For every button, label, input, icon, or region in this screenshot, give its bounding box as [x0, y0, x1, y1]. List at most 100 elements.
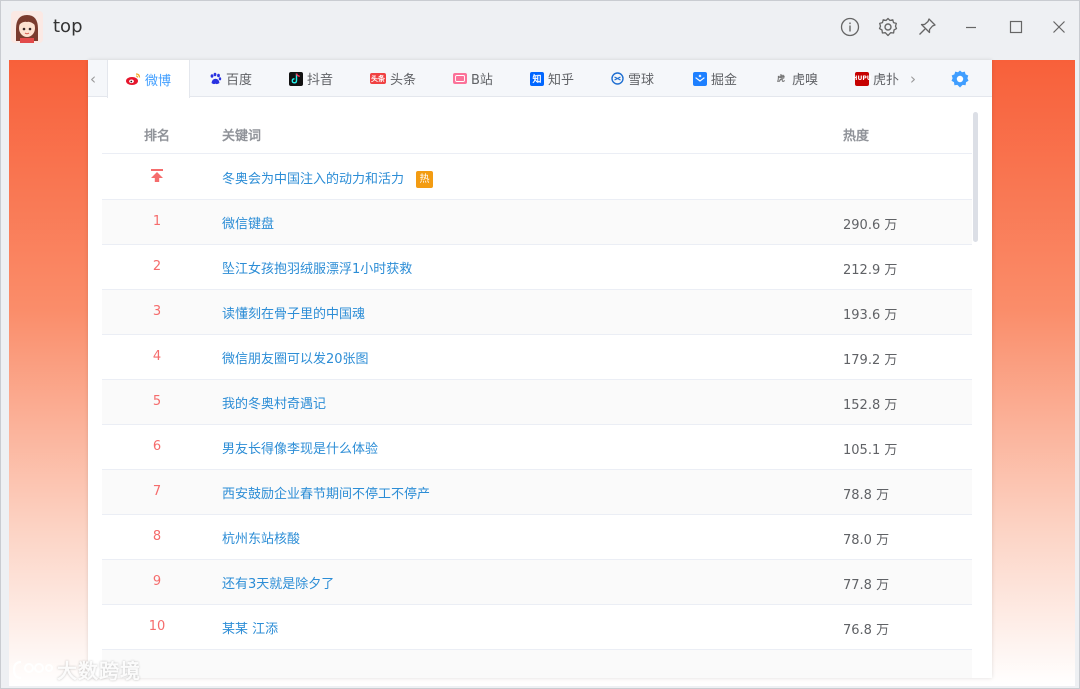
keyword-link[interactable]: 读懂刻在骨子里的中国魂	[222, 303, 365, 322]
tab-juejin[interactable]: 掘金	[689, 60, 741, 97]
table-row[interactable]: 3 读懂刻在骨子里的中国魂 193.6 万	[102, 290, 972, 335]
tab-label: 雪球	[628, 73, 655, 88]
rank-column-header[interactable]: 排名	[144, 125, 170, 144]
watermark-icon	[12, 660, 53, 679]
app-avatar-icon	[11, 11, 43, 43]
tab-douyin[interactable]: 抖音	[285, 60, 337, 97]
douyin-icon	[289, 71, 303, 86]
keyword-text: 冬奥会为中国注入的动力和活力	[222, 172, 405, 187]
main-panel: ‹ 微博 百度 抖音 头条 头条 B站 知 知乎 雪球 掘金 虎 虎嗅 HUPU…	[88, 60, 992, 678]
table-row[interactable]: 8 杭州东站核酸 78.0 万	[102, 515, 972, 560]
keyword-link[interactable]: 微信朋友圈可以发20张图	[222, 348, 369, 367]
heat-cell: 193.6 万	[843, 308, 898, 323]
rank-cell: 1	[152, 214, 162, 229]
rank-cell: 6	[152, 439, 162, 454]
table-row[interactable]: 5 我的冬奥村奇遇记 152.8 万	[102, 380, 972, 425]
tab-label: 百度	[226, 73, 253, 88]
keyword-link[interactable]: 我的冬奥村奇遇记	[222, 393, 326, 412]
heat-cell: 152.8 万	[843, 398, 898, 413]
zhihu-icon: 知	[530, 71, 544, 86]
heat-cell: 105.1 万	[843, 443, 898, 458]
source-tabs: ‹ 微博 百度 抖音 头条 头条 B站 知 知乎 雪球 掘金 虎 虎嗅 HUPU…	[88, 60, 992, 98]
keyword-column-header[interactable]: 关键词	[222, 125, 261, 144]
rank-cell: 4	[152, 349, 162, 364]
juejin-icon	[693, 71, 707, 86]
tab-label: 微博	[145, 73, 172, 89]
maximize-icon[interactable]	[1004, 15, 1028, 39]
rank-cell: 9	[152, 574, 162, 589]
pinned-top-icon	[102, 169, 212, 185]
heat-cell: 78.8 万	[843, 488, 890, 503]
keyword-link[interactable]: 坠江女孩抱羽绒服漂浮1小时获救	[222, 258, 412, 277]
settings-gear-icon[interactable]	[950, 69, 970, 89]
hot-badge: 热	[416, 171, 434, 188]
toutiao-icon: 头条	[370, 73, 386, 84]
weibo-icon	[125, 72, 141, 86]
tab-label: 虎扑	[873, 73, 900, 88]
heat-cell: 212.9 万	[843, 263, 898, 278]
rank-cell: 10	[148, 619, 166, 634]
hot-search-table: 排名 关键词 热度 冬奥会为中国注入的动力和活力热 1 微信键盘 290.6 万…	[102, 112, 972, 678]
xueqiu-icon	[610, 72, 624, 86]
hupu-icon: HUPU	[852, 71, 872, 86]
tab-zhihu[interactable]: 知 知乎	[526, 60, 578, 97]
rank-cell: 8	[152, 529, 162, 544]
keyword-link[interactable]: 西安鼓励企业春节期间不停工不停产	[222, 483, 430, 502]
tab-label: 头条	[390, 73, 417, 88]
heat-cell: 76.8 万	[843, 623, 890, 638]
table-row[interactable]: 2 坠江女孩抱羽绒服漂浮1小时获救 212.9 万	[102, 245, 972, 290]
heat-cell: 179.2 万	[843, 353, 898, 368]
huxiu-icon: 虎	[777, 74, 785, 83]
tab-label: 掘金	[711, 73, 738, 88]
pin-icon[interactable]	[915, 15, 939, 39]
tab-huxiu[interactable]: 虎 虎嗅	[770, 60, 822, 97]
heat-cell: 290.6 万	[843, 218, 898, 233]
tab-weibo[interactable]: 微博	[107, 60, 190, 98]
table-row[interactable]: 10 某某 江添 76.8 万	[102, 605, 972, 650]
table-row[interactable]: 7 西安鼓励企业春节期间不停工不停产 78.8 万	[102, 470, 972, 515]
app-window: top ‹ 微博 百度 抖音 头条 头条 B站 知 知乎 雪球 掘金 虎 虎嗅 …	[0, 0, 1080, 689]
keyword-link[interactable]: 冬奥会为中国注入的动力和活力热	[222, 168, 434, 188]
info-icon[interactable]	[838, 15, 862, 39]
tab-label: B站	[471, 73, 493, 88]
table-scrollbar[interactable]	[973, 112, 978, 242]
bilibili-icon	[453, 73, 467, 84]
tab-xueqiu[interactable]: 雪球	[606, 60, 658, 97]
heat-cell: 78.0 万	[843, 533, 890, 548]
title-bar[interactable]: top	[1, 1, 1079, 53]
baidu-icon	[208, 72, 222, 86]
tab-label: 虎嗅	[792, 73, 819, 88]
table-row[interactable]: 6 男友长得像李现是什么体验 105.1 万	[102, 425, 972, 470]
keyword-link[interactable]: 杭州东站核酸	[222, 528, 300, 547]
table-row[interactable]: 9 还有3天就是除夕了 77.8 万	[102, 560, 972, 605]
window-title: top	[53, 16, 83, 37]
keyword-link[interactable]: 某某 江添	[222, 618, 278, 637]
keyword-link[interactable]: 还有3天就是除夕了	[222, 573, 334, 592]
tab-baidu[interactable]: 百度	[204, 60, 256, 97]
rank-cell: 7	[152, 484, 162, 499]
watermark-logo: 大数跨境	[11, 655, 141, 684]
table-row[interactable]: 1 微信键盘 290.6 万	[102, 200, 972, 245]
keyword-link[interactable]: 微信键盘	[222, 213, 274, 232]
close-icon[interactable]	[1047, 15, 1071, 39]
tabs-prev-icon[interactable]: ‹	[90, 70, 96, 88]
heat-column-header[interactable]: 热度	[843, 125, 869, 144]
minimize-icon[interactable]	[959, 15, 983, 39]
rank-cell: 3	[152, 304, 162, 319]
tab-hupu[interactable]: HUPU 虎扑	[851, 60, 903, 97]
tab-label: 抖音	[307, 73, 334, 88]
tab-label: 知乎	[548, 73, 575, 88]
watermark-text: 大数跨境	[57, 659, 141, 683]
rank-cell: 2	[152, 259, 162, 274]
heat-cell: 77.8 万	[843, 578, 890, 593]
tab-toutiao[interactable]: 头条 头条	[366, 60, 420, 97]
tabs-next-icon[interactable]: ›	[910, 70, 916, 88]
table-row[interactable]: 4 微信朋友圈可以发20张图 179.2 万	[102, 335, 972, 380]
keyword-link[interactable]: 男友长得像李现是什么体验	[222, 438, 378, 457]
table-row[interactable]	[102, 650, 972, 678]
table-header: 排名 关键词 热度	[102, 112, 972, 154]
tab-bilibili[interactable]: B站	[449, 60, 497, 97]
gear-icon[interactable]	[876, 15, 900, 39]
pinned-row[interactable]: 冬奥会为中国注入的动力和活力热	[102, 155, 972, 200]
rank-cell: 5	[152, 394, 162, 409]
